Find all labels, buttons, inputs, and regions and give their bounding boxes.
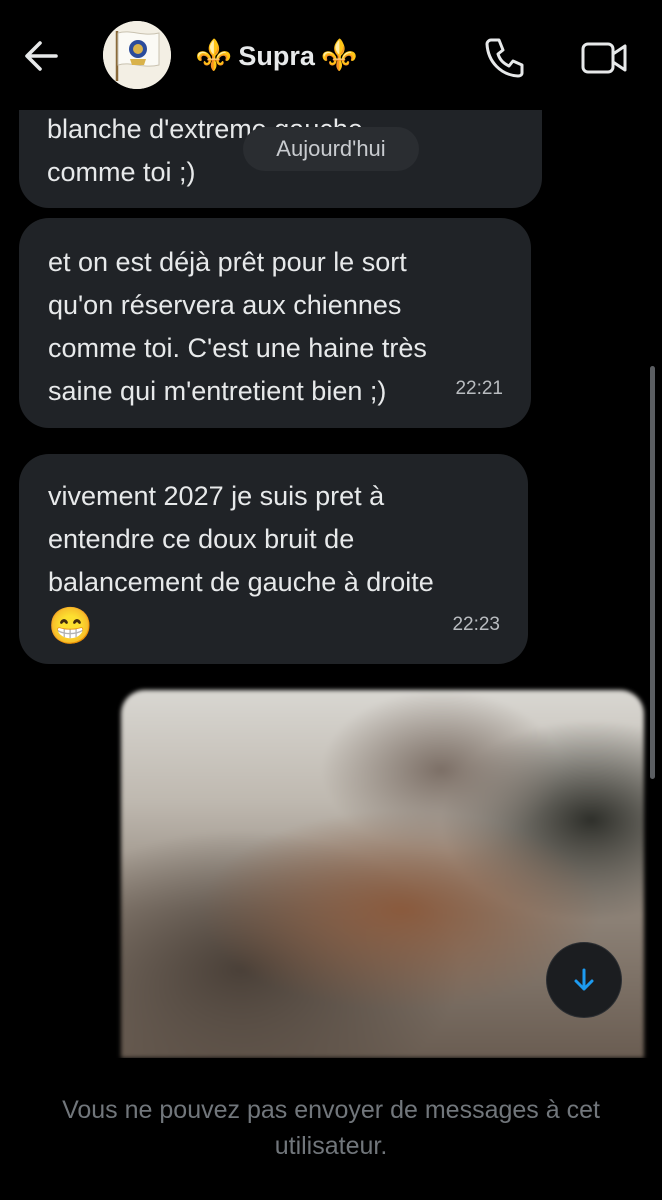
- message-timestamp: 22:23: [452, 614, 500, 635]
- back-button[interactable]: [20, 36, 64, 76]
- arrow-left-icon: [25, 41, 58, 71]
- message-bubble[interactable]: et on est déjà prêt pour le sort qu'on r…: [19, 218, 531, 428]
- conversation-title[interactable]: ⚜️ Supra ⚜️: [195, 34, 358, 78]
- message-timestamp: 22:21: [455, 378, 503, 399]
- cannot-message-notice: Vous ne pouvez pas envoyer de messages à…: [62, 1096, 600, 1160]
- message-text: vivement 2027 je suis pret à entendre ce…: [48, 481, 434, 597]
- video-call-button[interactable]: [579, 36, 629, 80]
- fleur-de-lis-icon: ⚜️: [195, 39, 233, 72]
- avatar[interactable]: [103, 21, 171, 89]
- call-button[interactable]: [482, 34, 528, 80]
- footer: Vous ne pouvez pas envoyer de messages à…: [0, 1058, 662, 1200]
- phone-icon: [485, 38, 524, 78]
- royal-flag-avatar-icon: [103, 21, 171, 89]
- date-separator: Aujourd'hui: [243, 127, 419, 171]
- grinning-emoji: 😁: [48, 605, 93, 646]
- fleur-de-lis-icon: ⚜️: [320, 39, 359, 72]
- arrow-down-icon: [574, 968, 594, 991]
- conversation-header: ⚜️ Supra ⚜️: [0, 0, 662, 110]
- scrollbar[interactable]: [650, 366, 655, 779]
- message-bubble[interactable]: vivement 2027 je suis pret à entendre ce…: [19, 454, 528, 664]
- message-text: et on est déjà prêt pour le sort qu'on r…: [48, 247, 427, 406]
- contact-name: Supra: [238, 40, 315, 71]
- scroll-to-bottom-button[interactable]: [547, 943, 621, 1017]
- video-camera-icon: [581, 42, 627, 74]
